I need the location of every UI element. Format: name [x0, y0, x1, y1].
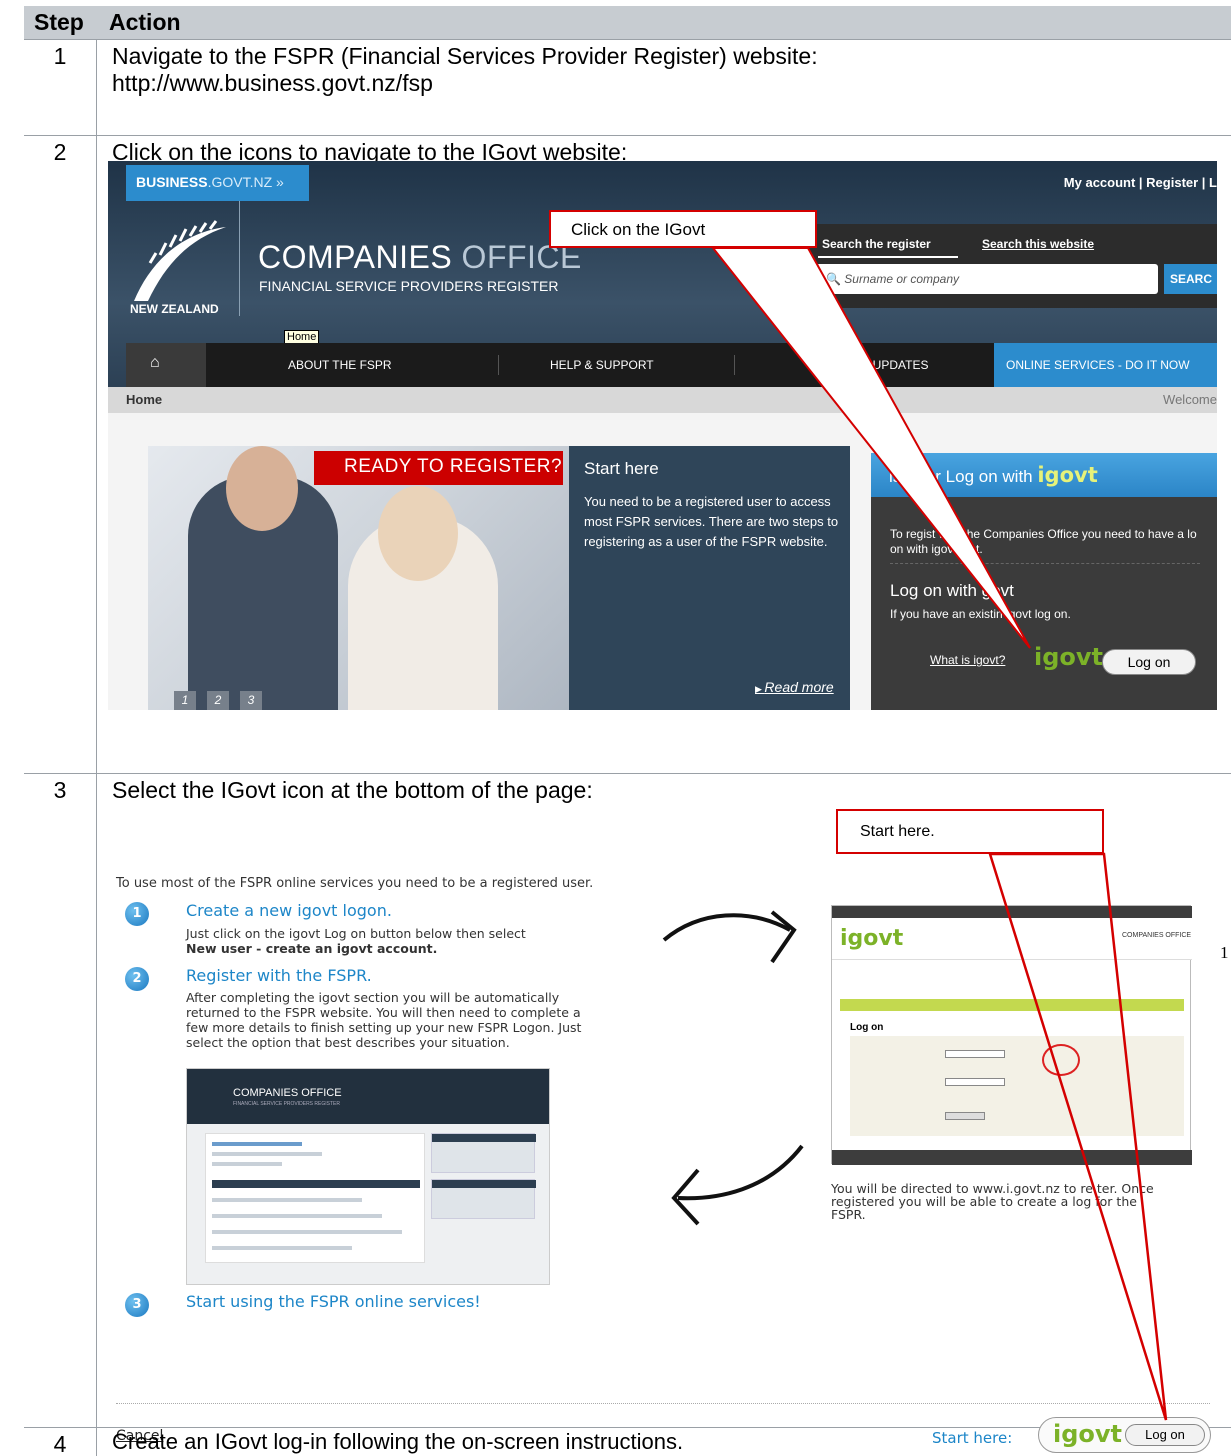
step-text: Create an IGovt log-in following the on-…: [112, 1428, 683, 1455]
step-line: Create an IGovt log-in following the on-…: [112, 1429, 684, 1454]
callout-pointer: [988, 852, 1168, 1421]
